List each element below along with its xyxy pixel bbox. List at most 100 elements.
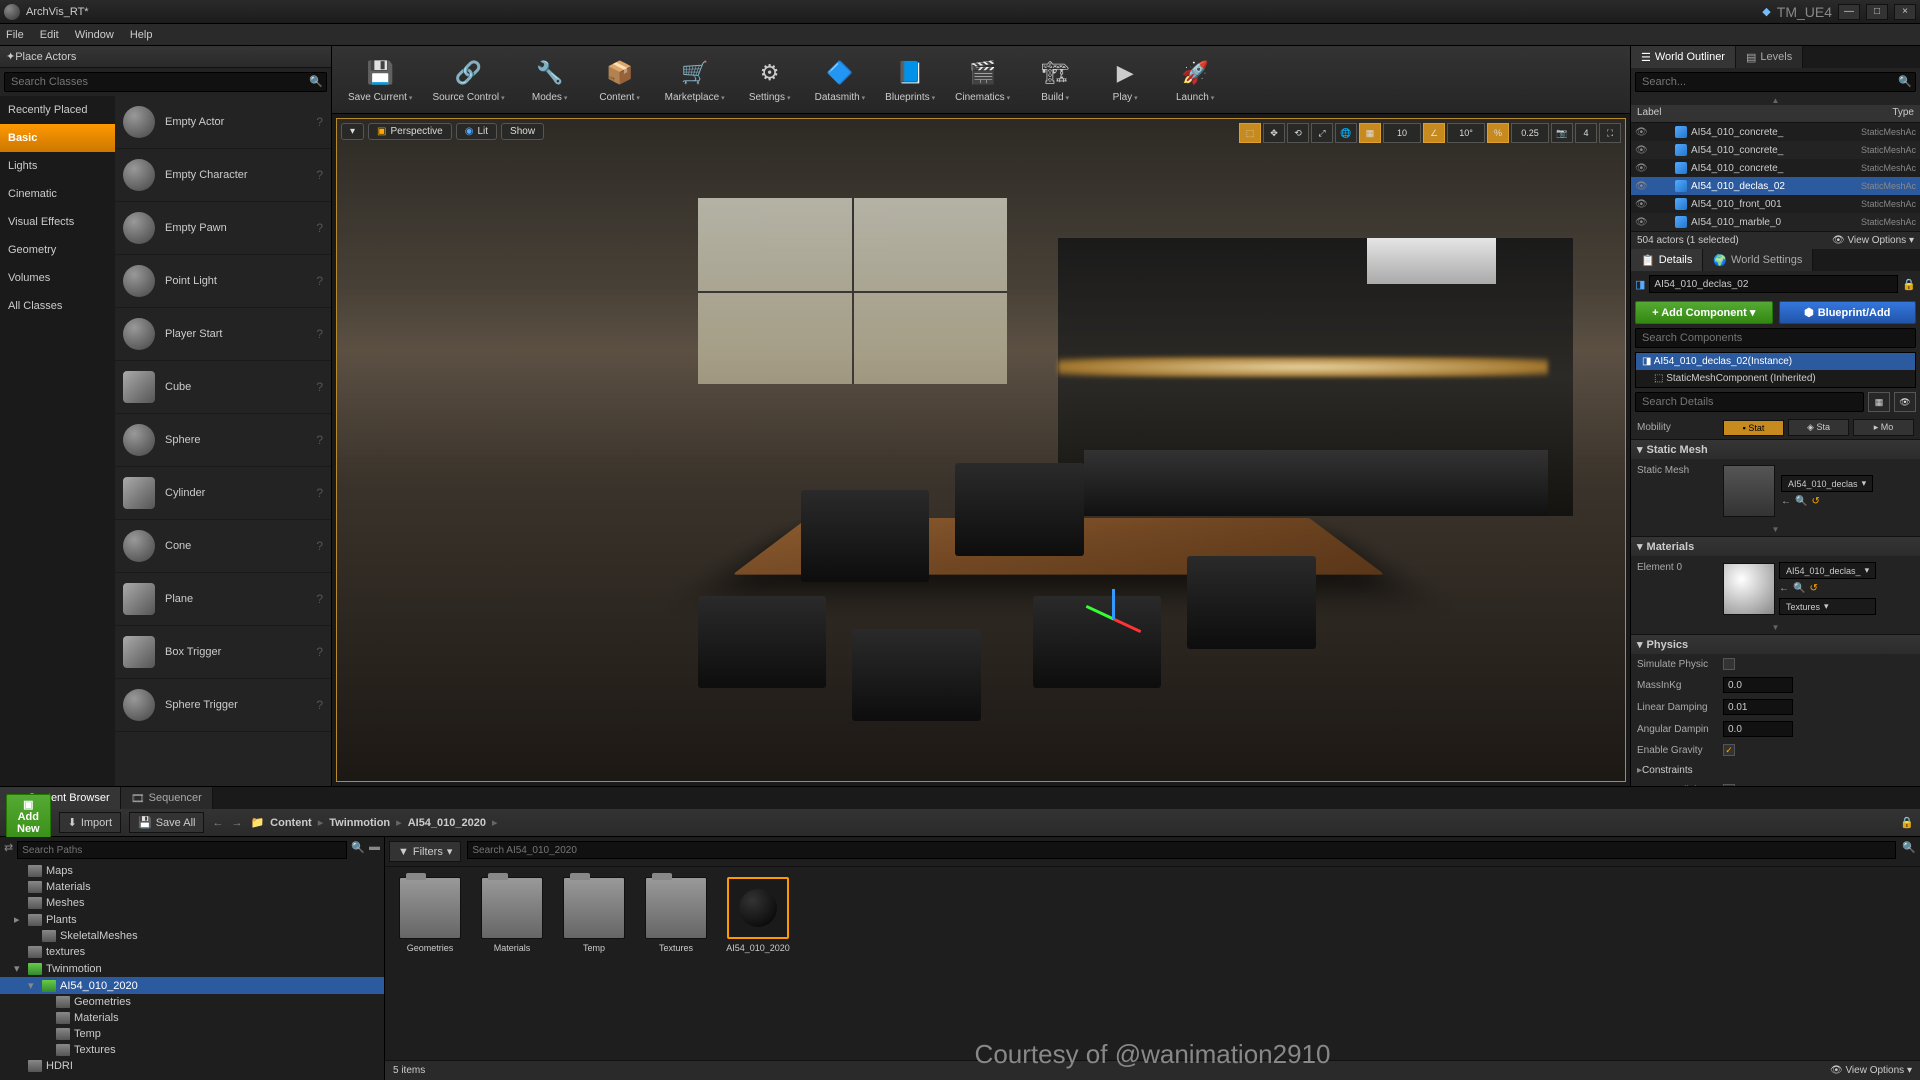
outliner-search-input[interactable] xyxy=(1635,72,1916,92)
tool-build[interactable]: 🏗Build▾ xyxy=(1024,50,1086,109)
tree-materials[interactable]: Materials xyxy=(0,879,384,895)
nav-forward-button[interactable]: → xyxy=(231,817,242,829)
tree-plants[interactable]: ▸Plants xyxy=(0,911,384,928)
property-matrix-button[interactable]: ▦ xyxy=(1868,392,1890,412)
scale-snap-value[interactable]: 0.25 xyxy=(1511,123,1549,143)
mobility-static[interactable]: ▪ Stat xyxy=(1723,420,1784,436)
actor-empty-character[interactable]: Empty Character? xyxy=(115,149,331,202)
rotate-mode-button[interactable]: ⟲ xyxy=(1287,123,1309,143)
tool-marketplace[interactable]: 🛒Marketplace▾ xyxy=(659,50,731,109)
category-geometry[interactable]: Geometry xyxy=(0,236,115,264)
visibility-icon[interactable]: 👁 xyxy=(1635,181,1647,192)
mesh-asset-dropdown[interactable]: AI54_010_declas ▾ xyxy=(1781,475,1873,492)
tool-content[interactable]: 📦Content▾ xyxy=(589,50,651,109)
asset-ai54_010_2020[interactable]: AI54_010_2020 xyxy=(723,877,793,953)
tab-world-outliner[interactable]: ☰World Outliner xyxy=(1631,46,1736,68)
help-icon[interactable]: ? xyxy=(316,539,323,553)
checkbox[interactable] xyxy=(1723,784,1735,786)
category-basic[interactable]: Basic xyxy=(0,124,115,152)
visibility-icon[interactable]: 👁 xyxy=(1635,217,1647,228)
visibility-icon[interactable]: 👁 xyxy=(1635,127,1647,138)
content-search-input[interactable] xyxy=(467,841,1896,859)
outliner-row[interactable]: 👁AI54_010_concrete_StaticMeshAc xyxy=(1631,123,1920,141)
component-static-mesh[interactable]: ⬚ StaticMeshComponent (Inherited) xyxy=(1636,370,1915,387)
actor-cube[interactable]: Cube? xyxy=(115,361,331,414)
tree-geometries[interactable]: Geometries xyxy=(0,994,384,1010)
actor-empty-pawn[interactable]: Empty Pawn? xyxy=(115,202,331,255)
mobility-stationary[interactable]: ◈ Sta xyxy=(1788,419,1849,436)
use-selected-icon[interactable]: ← xyxy=(1779,583,1789,594)
save-all-button[interactable]: 💾 Save All xyxy=(129,812,204,833)
transform-gizmo-icon[interactable] xyxy=(1084,569,1144,629)
help-icon[interactable]: ? xyxy=(316,380,323,394)
col-type[interactable]: Type xyxy=(1886,105,1920,122)
tree-materials[interactable]: Materials xyxy=(0,1010,384,1026)
help-icon[interactable]: ? xyxy=(316,433,323,447)
search-details-input[interactable] xyxy=(1635,392,1864,412)
toggle-sources-button[interactable]: ⇄ xyxy=(4,841,13,859)
tool-modes[interactable]: 🔧Modes▾ xyxy=(519,50,581,109)
visibility-icon[interactable]: 👁 xyxy=(1635,145,1647,156)
lock-icon[interactable]: 🔒 xyxy=(1900,816,1914,829)
minimize-button[interactable]: — xyxy=(1838,4,1860,20)
tab-levels[interactable]: ▤Levels xyxy=(1736,46,1803,68)
cb-view-options[interactable]: 👁 View Options ▾ xyxy=(1830,1065,1912,1076)
tool-play[interactable]: ▶Play▾ xyxy=(1094,50,1156,109)
select-mode-button[interactable]: ⬚ xyxy=(1239,123,1261,143)
reset-icon[interactable]: ↺ xyxy=(1811,496,1819,507)
section-materials[interactable]: ▾ Materials xyxy=(1631,537,1920,556)
actor-cone[interactable]: Cone? xyxy=(115,520,331,573)
help-icon[interactable]: ? xyxy=(316,327,323,341)
coord-space-button[interactable]: 🌐 xyxy=(1335,123,1357,143)
scale-mode-button[interactable]: ⤢ xyxy=(1311,123,1333,143)
tree-textures[interactable]: Textures xyxy=(0,1042,384,1058)
number-input[interactable] xyxy=(1723,677,1793,693)
lit-mode-button[interactable]: ◉Lit xyxy=(456,123,497,140)
material-asset-dropdown[interactable]: AI54_010_declas_ ▾ xyxy=(1779,562,1876,579)
tree-twinmotion[interactable]: ▾Twinmotion xyxy=(0,960,384,977)
help-icon[interactable]: ? xyxy=(316,221,323,235)
actor-empty-actor[interactable]: Empty Actor? xyxy=(115,96,331,149)
reset-icon[interactable]: ↺ xyxy=(1809,583,1817,594)
help-icon[interactable]: ? xyxy=(316,592,323,606)
col-label[interactable]: Label xyxy=(1631,105,1886,122)
tool-cinematics[interactable]: 🎬Cinematics▾ xyxy=(949,50,1016,109)
tree-meshes[interactable]: Meshes xyxy=(0,895,384,911)
category-lights[interactable]: Lights xyxy=(0,152,115,180)
tool-datasmith[interactable]: 🔷Datasmith▾ xyxy=(809,50,872,109)
search-components-input[interactable] xyxy=(1635,328,1916,348)
help-icon[interactable]: ? xyxy=(316,486,323,500)
help-icon[interactable]: ? xyxy=(316,168,323,182)
menu-window[interactable]: Window xyxy=(75,29,114,41)
rotation-snap-value[interactable]: 10° xyxy=(1447,123,1485,143)
tool-save-current[interactable]: 💾Save Current▾ xyxy=(342,50,418,109)
maximize-button[interactable]: □ xyxy=(1866,4,1888,20)
outliner-row[interactable]: 👁AI54_010_front_001StaticMeshAc xyxy=(1631,195,1920,213)
grid-snap-value[interactable]: 10 xyxy=(1383,123,1421,143)
show-button[interactable]: Show xyxy=(501,123,544,140)
outliner-view-options[interactable]: 👁 View Options ▾ xyxy=(1832,235,1914,246)
asset-geometries[interactable]: Geometries xyxy=(395,877,465,953)
help-icon[interactable]: ? xyxy=(316,698,323,712)
outliner-row[interactable]: 👁AI54_010_concrete_StaticMeshAc xyxy=(1631,141,1920,159)
tree-maps[interactable]: Maps xyxy=(0,863,384,879)
category-volumes[interactable]: Volumes xyxy=(0,264,115,292)
actor-sphere[interactable]: Sphere? xyxy=(115,414,331,467)
actor-box-trigger[interactable]: Box Trigger? xyxy=(115,626,331,679)
outliner-row[interactable]: 👁AI54_010_declas_02StaticMeshAc xyxy=(1631,177,1920,195)
menu-file[interactable]: File xyxy=(6,29,24,41)
nav-back-button[interactable]: ← xyxy=(212,817,223,829)
tool-launch[interactable]: 🚀Launch▾ xyxy=(1164,50,1226,109)
tab-details[interactable]: 📋Details xyxy=(1631,249,1703,271)
menu-help[interactable]: Help xyxy=(130,29,153,41)
tab-world-settings[interactable]: 🌍World Settings xyxy=(1703,249,1813,271)
scale-snap-button[interactable]: % xyxy=(1487,123,1509,143)
tree-hdri[interactable]: HDRI xyxy=(0,1058,384,1074)
tab-sequencer[interactable]: 🎞Sequencer xyxy=(121,787,213,809)
outliner-row[interactable]: 👁AI54_010_concrete_StaticMeshAc xyxy=(1631,159,1920,177)
maximize-viewport-button[interactable]: ⛶ xyxy=(1599,123,1621,143)
tree-skeletalmeshes[interactable]: SkeletalMeshes xyxy=(0,928,384,944)
browse-icon[interactable]: 🔍 xyxy=(1795,496,1807,507)
checkbox[interactable] xyxy=(1723,658,1735,670)
tree-ai54_010_2020[interactable]: ▾AI54_010_2020 xyxy=(0,977,384,994)
